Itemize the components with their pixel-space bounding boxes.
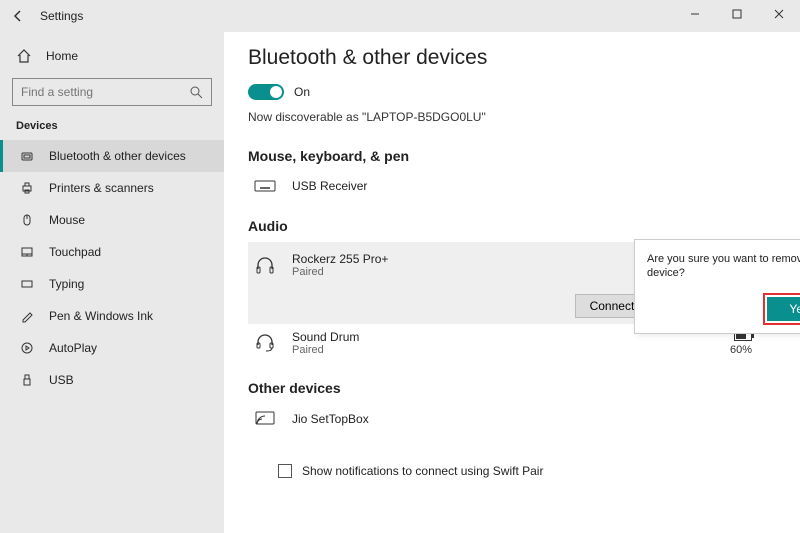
printer-icon [19,181,35,195]
typing-icon [19,277,35,291]
category-header: Devices [0,116,224,140]
nav-printers[interactable]: Printers & scanners [0,172,224,204]
checkbox[interactable] [278,464,292,478]
pen-icon [19,309,35,323]
nav-bluetooth[interactable]: Bluetooth & other devices [0,140,224,172]
sidebar: Home Devices Bluetooth & other devices P… [0,32,224,533]
nav-label: Touchpad [49,245,101,259]
device-status: Paired [292,344,716,356]
section-audio-title: Audio [248,218,776,234]
popup-message: Are you sure you want to remove this dev… [647,252,800,281]
headset-icon [252,333,278,353]
close-button[interactable] [758,0,800,28]
search-icon [189,85,203,99]
home-icon [16,48,32,64]
headphones-icon [252,255,278,275]
swift-pair-label: Show notifications to connect using Swif… [302,464,543,478]
page-title: Bluetooth & other devices [248,46,776,70]
nav-pen[interactable]: Pen & Windows Ink [0,300,224,332]
nav-touchpad[interactable]: Touchpad [0,236,224,268]
nav-label: Printers & scanners [49,181,154,195]
nav-label: Pen & Windows Ink [49,309,153,323]
back-button[interactable] [8,6,28,26]
nav-label: AutoPlay [49,341,97,355]
battery-pct: 60% [730,344,752,356]
search-field[interactable] [21,85,181,99]
autoplay-icon [19,341,35,355]
toggle-label: On [294,85,310,99]
swift-pair-option[interactable]: Show notifications to connect using Swif… [278,464,776,478]
home-label: Home [46,49,78,63]
battery-status: 60% [730,331,752,356]
mouse-icon [19,213,35,227]
section-other-title: Other devices [248,380,776,396]
nav-label: Bluetooth & other devices [49,149,186,163]
nav-usb[interactable]: USB [0,364,224,396]
content-pane: Bluetooth & other devices On Now discove… [224,32,800,533]
nav-label: USB [49,373,74,387]
usb-icon [19,373,35,387]
bluetooth-icon [19,149,35,163]
confirm-yes-button[interactable]: Yes [767,297,800,321]
nav-label: Mouse [49,213,85,227]
nav-typing[interactable]: Typing [0,268,224,300]
window-title: Settings [40,9,83,23]
search-input[interactable] [12,78,212,106]
nav-mouse[interactable]: Mouse [0,204,224,236]
cast-icon [252,410,278,428]
keyboard-icon [252,178,278,194]
device-name: USB Receiver [292,179,772,193]
nav-label: Typing [49,277,84,291]
section-mouse-title: Mouse, keyboard, & pen [248,148,776,164]
home-nav[interactable]: Home [0,40,224,72]
minimize-button[interactable] [674,0,716,28]
device-settop[interactable]: Jio SetTopBox [248,404,776,434]
device-name: Jio SetTopBox [292,412,772,426]
touchpad-icon [19,245,35,259]
confirm-remove-popup: Are you sure you want to remove this dev… [634,239,800,334]
device-usb-receiver[interactable]: USB Receiver [248,172,776,200]
discoverable-text: Now discoverable as "LAPTOP-B5DGO0LU" [248,110,776,124]
nav-autoplay[interactable]: AutoPlay [0,332,224,364]
maximize-button[interactable] [716,0,758,28]
bluetooth-toggle[interactable] [248,84,284,100]
